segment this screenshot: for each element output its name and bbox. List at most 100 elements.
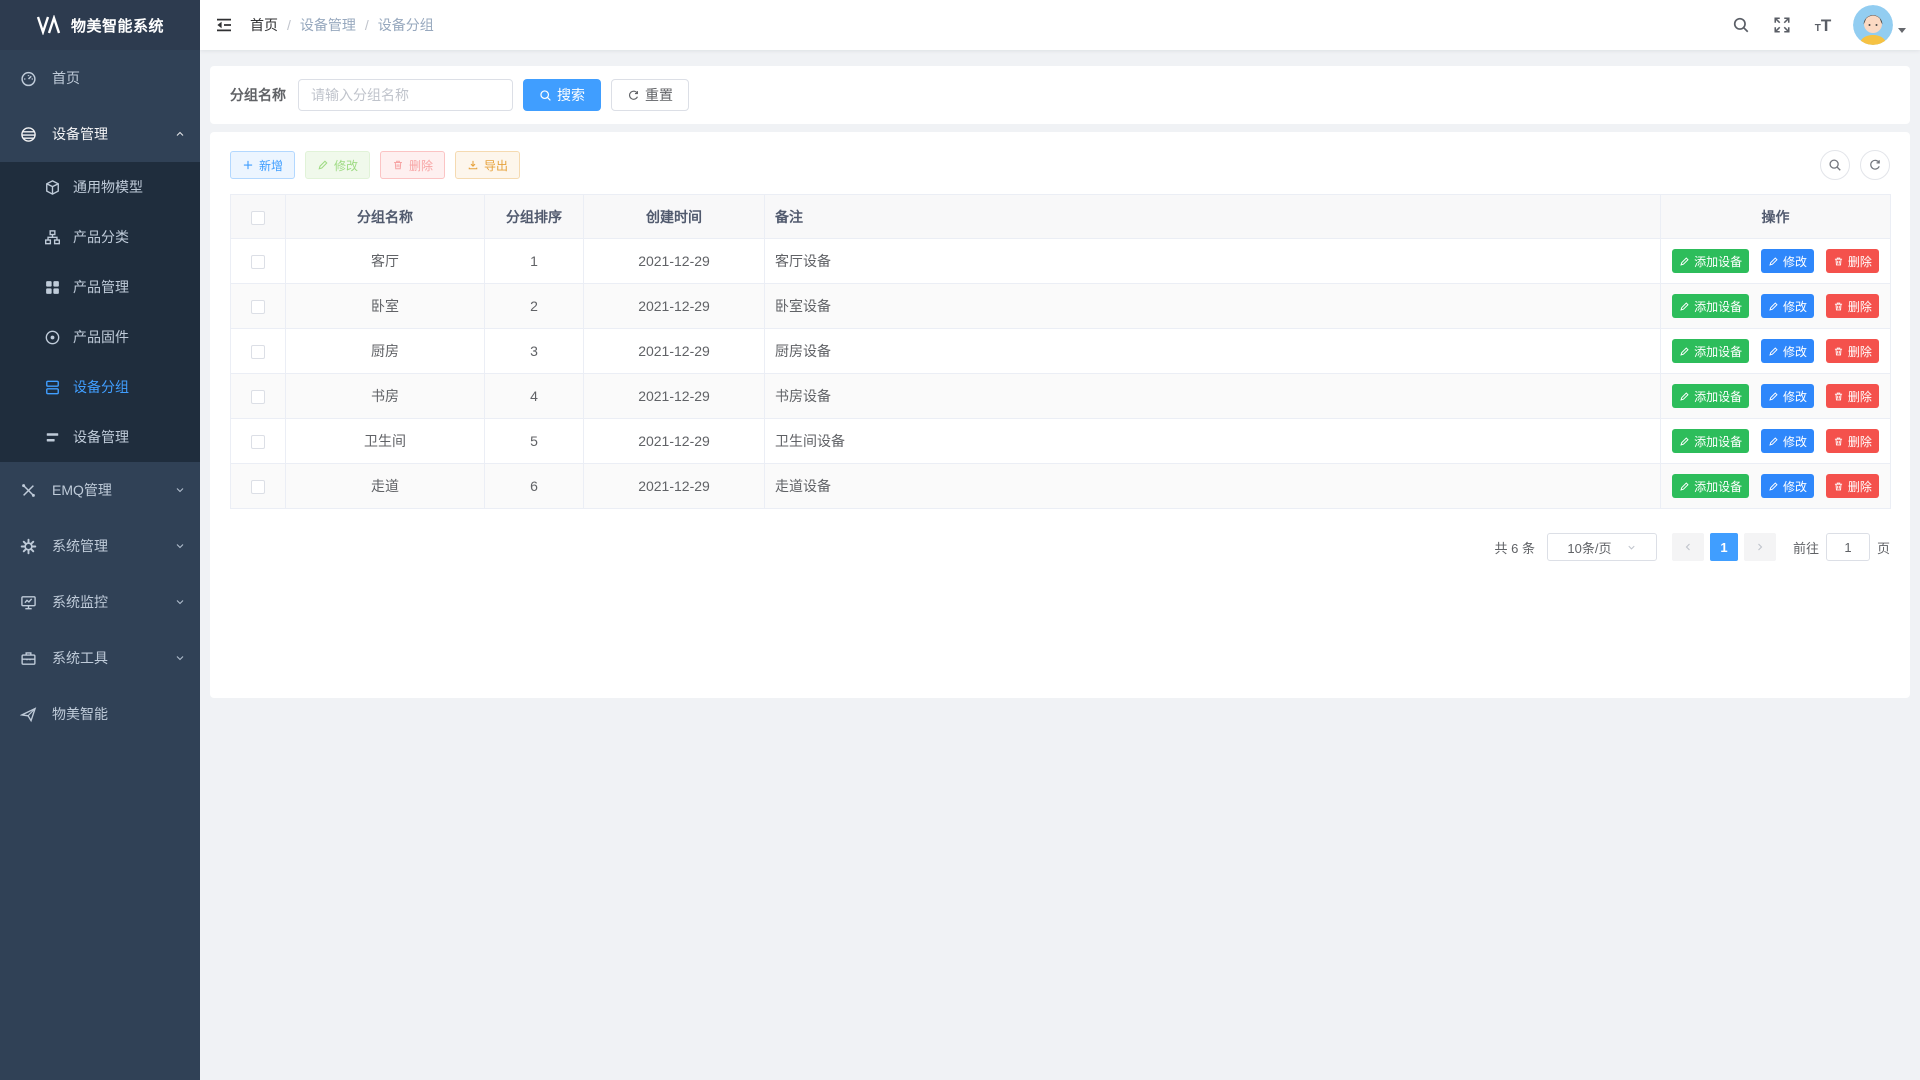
sidebar-item-device-management[interactable]: 设备管理 [0, 106, 200, 162]
sidebar-item-device-group[interactable]: 设备分组 [0, 362, 200, 412]
device-group-icon [44, 379, 61, 396]
group-name-input[interactable] [298, 79, 513, 111]
category-tree-icon [44, 229, 61, 246]
edit-row-button[interactable]: 修改 [1761, 429, 1814, 453]
trash-icon [1833, 436, 1844, 447]
table-toolbar: 新增 修改 删除 导出 [230, 150, 1890, 180]
sidebar-item-system-tools[interactable]: 系统工具 [0, 630, 200, 686]
sidebar-item-product-category[interactable]: 产品分类 [0, 212, 200, 262]
add-device-button[interactable]: 添加设备 [1672, 339, 1749, 363]
goto-page-input[interactable] [1826, 533, 1870, 561]
sidebar-item-device-list[interactable]: 设备管理 [0, 412, 200, 462]
breadcrumb-device-management: 设备管理 [300, 15, 356, 35]
search-form: 分组名称 搜索 重置 [210, 66, 1910, 124]
row-checkbox[interactable] [251, 300, 265, 314]
pen-icon [1679, 481, 1690, 492]
delete-row-button[interactable]: 删除 [1826, 339, 1879, 363]
delete-row-button[interactable]: 删除 [1826, 429, 1879, 453]
add-device-button[interactable]: 添加设备 [1672, 429, 1749, 453]
prev-page-button[interactable] [1672, 533, 1704, 561]
delete-row-button[interactable]: 删除 [1826, 384, 1879, 408]
reset-button[interactable]: 重置 [611, 79, 689, 111]
page-number-1[interactable]: 1 [1710, 533, 1738, 561]
sidebar-item-home[interactable]: 首页 [0, 50, 200, 106]
row-checkbox[interactable] [251, 480, 265, 494]
page-unit-label: 页 [1877, 538, 1890, 557]
delete-row-button[interactable]: 删除 [1826, 474, 1879, 498]
pen-icon [1768, 481, 1779, 492]
sidebar-item-system-management[interactable]: 系统管理 [0, 518, 200, 574]
paper-plane-icon [20, 706, 37, 723]
export-button[interactable]: 导出 [455, 151, 520, 179]
device-list-icon [44, 429, 61, 446]
cube-icon [44, 179, 61, 196]
refresh-icon [1868, 158, 1882, 172]
add-device-button[interactable]: 添加设备 [1672, 474, 1749, 498]
add-button[interactable]: 新增 [230, 151, 295, 179]
header-remark: 备注 [765, 195, 1661, 239]
delete-button[interactable]: 删除 [380, 151, 445, 179]
sidebar-item-system-monitor[interactable]: 系统监控 [0, 574, 200, 630]
search-icon[interactable] [1724, 0, 1758, 50]
row-checkbox[interactable] [251, 390, 265, 404]
pen-icon [1679, 346, 1690, 357]
pen-icon [317, 159, 329, 171]
select-all-checkbox[interactable] [251, 211, 265, 225]
font-size-icon[interactable]: TT [1806, 0, 1840, 50]
edit-button[interactable]: 修改 [305, 151, 370, 179]
pen-icon [1768, 346, 1779, 357]
delete-row-button[interactable]: 删除 [1826, 294, 1879, 318]
edit-row-button[interactable]: 修改 [1761, 474, 1814, 498]
edit-row-button[interactable]: 修改 [1761, 384, 1814, 408]
chevron-up-icon [174, 128, 186, 140]
app-logo[interactable]: 物美智能系统 [0, 0, 200, 50]
breadcrumb-home[interactable]: 首页 [250, 15, 278, 35]
edit-row-button[interactable]: 修改 [1761, 249, 1814, 273]
cell-created-time: 2021-12-29 [584, 419, 765, 464]
table-row: 卧室 2 2021-12-29 卧室设备 添加设备 修改 删除 [231, 284, 1891, 329]
add-device-button[interactable]: 添加设备 [1672, 384, 1749, 408]
pen-icon [1768, 391, 1779, 402]
trash-icon [1833, 301, 1844, 312]
pen-icon [1679, 301, 1690, 312]
add-device-button[interactable]: 添加设备 [1672, 294, 1749, 318]
add-device-button[interactable]: 添加设备 [1672, 249, 1749, 273]
next-page-button[interactable] [1744, 533, 1776, 561]
toggle-search-button[interactable] [1820, 150, 1850, 180]
user-menu[interactable] [1853, 5, 1906, 45]
cell-remark: 厨房设备 [765, 329, 1661, 374]
header-group-name: 分组名称 [286, 195, 485, 239]
trash-icon [1833, 346, 1844, 357]
grid-icon [44, 279, 61, 296]
page-jumper: 前往 页 [1793, 533, 1890, 561]
page-size-select[interactable]: 10条/页 [1547, 533, 1657, 561]
delete-row-button[interactable]: 删除 [1826, 249, 1879, 273]
fullscreen-icon[interactable] [1765, 0, 1799, 50]
sidebar-toggle-button[interactable] [200, 0, 248, 50]
cell-group-name: 卫生间 [286, 419, 485, 464]
group-name-label: 分组名称 [230, 85, 286, 105]
cell-group-name: 书房 [286, 374, 485, 419]
row-checkbox[interactable] [251, 435, 265, 449]
cell-remark: 卧室设备 [765, 284, 1661, 329]
device-group-panel: 新增 修改 删除 导出 [210, 132, 1910, 698]
row-checkbox[interactable] [251, 345, 265, 359]
sidebar-item-emq[interactable]: EMQ管理 [0, 462, 200, 518]
refresh-table-button[interactable] [1860, 150, 1890, 180]
cell-remark: 书房设备 [765, 374, 1661, 419]
total-count: 共 6 条 [1495, 538, 1535, 557]
row-checkbox[interactable] [251, 255, 265, 269]
edit-row-button[interactable]: 修改 [1761, 339, 1814, 363]
download-icon [467, 159, 479, 171]
device-management-icon [20, 126, 37, 143]
edit-row-button[interactable]: 修改 [1761, 294, 1814, 318]
cell-group-order: 5 [485, 419, 584, 464]
sidebar-item-product-management[interactable]: 产品管理 [0, 262, 200, 312]
cell-group-order: 6 [485, 464, 584, 509]
sidebar-item-thing-model[interactable]: 通用物模型 [0, 162, 200, 212]
sidebar-item-wumei[interactable]: 物美智能 [0, 686, 200, 742]
sidebar-item-product-firmware[interactable]: 产品固件 [0, 312, 200, 362]
search-button[interactable]: 搜索 [523, 79, 601, 111]
cell-group-order: 1 [485, 239, 584, 284]
breadcrumb-device-group: 设备分组 [378, 15, 434, 35]
